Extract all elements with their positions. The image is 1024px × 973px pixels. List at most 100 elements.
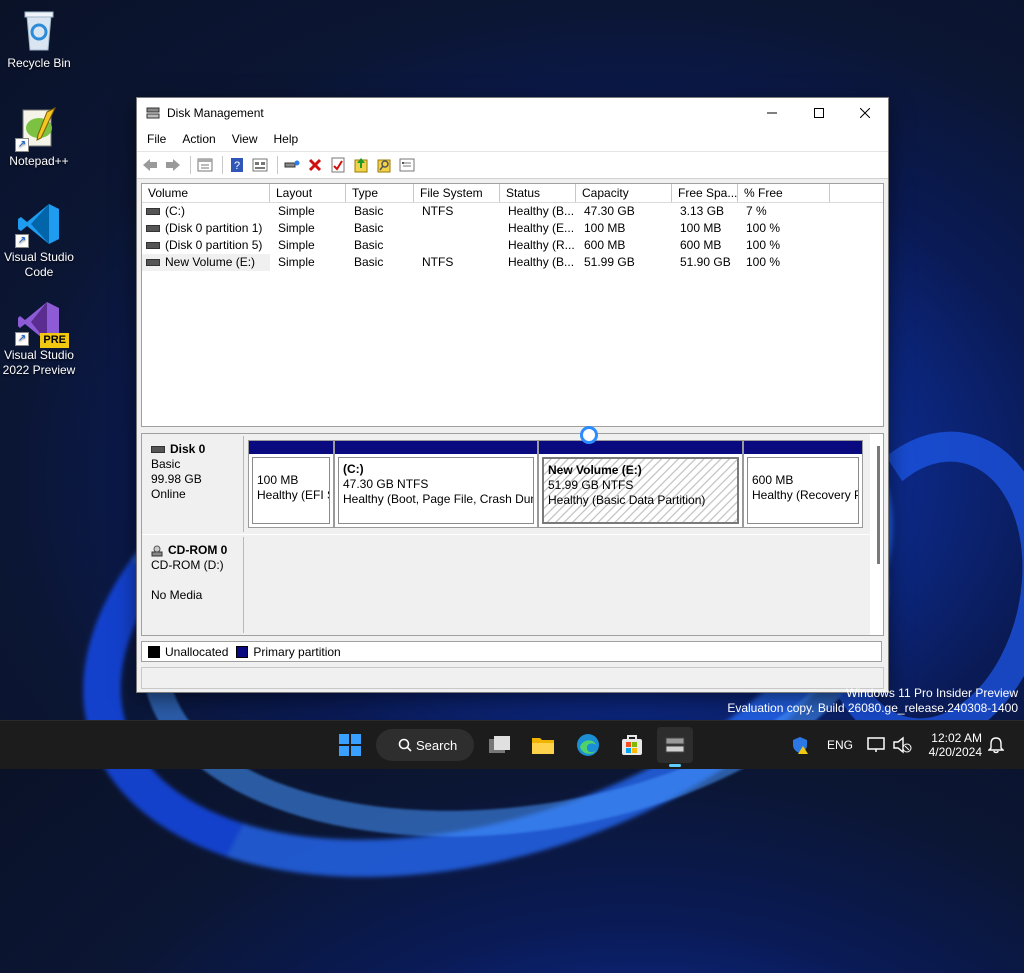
column-header-file-system[interactable]: File System: [414, 184, 500, 202]
volume-name: New Volume (E:): [165, 255, 256, 269]
volume-file-system: NTFS: [422, 255, 454, 269]
primary-partition-bar: [335, 441, 537, 454]
maximize-button[interactable]: [796, 98, 842, 127]
partition-status: Healthy (Recovery P: [752, 488, 859, 502]
clock-time: 12:02 AM: [931, 731, 982, 745]
graphical-view-scrollbar[interactable]: [877, 446, 880, 564]
column-header-layout[interactable]: Layout: [270, 184, 346, 202]
minimize-icon: [767, 112, 777, 113]
desktop-icon-notepadpp[interactable]: ↗ Notepad++: [0, 106, 78, 169]
volume-status: Healthy (B...: [508, 255, 575, 269]
settings-button[interactable]: [397, 155, 417, 175]
edge-icon: [577, 734, 599, 756]
disk-size: 99.98 GB: [151, 472, 202, 486]
desktop-icon-vscode[interactable]: ↗ Visual Studio Code: [0, 202, 78, 280]
network-tray-icon[interactable]: [866, 721, 886, 769]
clock[interactable]: 12:02 AM 4/20/2024: [924, 721, 982, 769]
security-tray-icon[interactable]: [790, 721, 810, 769]
back-button[interactable]: [140, 155, 160, 175]
language-indicator[interactable]: ENG: [827, 721, 853, 769]
volume-file-system: [414, 237, 500, 254]
volume-row[interactable]: (Disk 0 partition 1) Simple Basic Health…: [142, 220, 883, 237]
windows-logo-icon: [339, 734, 361, 756]
volume-free-space: 100 MB: [680, 221, 722, 235]
volume-list[interactable]: Volume Layout Type File System Status Ca…: [141, 183, 884, 427]
back-icon: [143, 159, 157, 171]
menu-help[interactable]: Help: [266, 132, 307, 146]
preview-badge: PRE: [40, 333, 69, 348]
menu-file[interactable]: File: [139, 132, 174, 146]
list-view-button[interactable]: [250, 155, 270, 175]
check-button[interactable]: [328, 155, 348, 175]
close-button[interactable]: [842, 98, 888, 127]
file-explorer-button[interactable]: [525, 727, 561, 763]
partition-title: New Volume (E:): [548, 463, 642, 477]
partition-efi[interactable]: 100 MB Healthy (EFI S: [248, 440, 334, 528]
menu-action[interactable]: Action: [174, 132, 223, 146]
delete-button[interactable]: [305, 155, 325, 175]
task-view-button[interactable]: [482, 727, 518, 763]
bell-icon: [988, 737, 1004, 754]
column-header-volume[interactable]: Volume: [142, 184, 270, 202]
volume-row[interactable]: New Volume (E:) Simple Basic NTFS Health…: [142, 254, 883, 271]
volume-name: (Disk 0 partition 5): [165, 238, 263, 252]
cdrom-0-info[interactable]: CD-ROM 0 CD-ROM (D:) No Media: [144, 537, 244, 633]
minimize-button[interactable]: [749, 98, 795, 127]
volume-row[interactable]: (C:) Simple Basic NTFS Healthy (B... 47.…: [142, 203, 883, 220]
shortcut-arrow-icon: ↗: [15, 138, 29, 152]
volume-percent-free: 100 %: [746, 255, 781, 269]
shortcut-arrow-icon: ↗: [15, 234, 29, 248]
partition-size: 51.99 GB NTFS: [548, 478, 634, 492]
title-bar[interactable]: Disk Management: [137, 98, 888, 127]
notifications-button[interactable]: [988, 721, 1004, 769]
partition-recovery[interactable]: 600 MB Healthy (Recovery P: [743, 440, 863, 528]
import-button[interactable]: [351, 155, 371, 175]
search-icon: [398, 738, 412, 752]
legend-primary: Primary partition: [253, 644, 341, 659]
search-button[interactable]: [374, 155, 394, 175]
volume-list-header: Volume Layout Type File System Status Ca…: [142, 184, 883, 203]
volume-status: Healthy (E...: [508, 221, 575, 235]
disk-management-taskbar-button[interactable]: [657, 727, 693, 767]
help-button[interactable]: ?: [227, 155, 247, 175]
settings-icon: [399, 158, 415, 172]
partition-e[interactable]: New Volume (E:) 51.99 GB NTFS Healthy (B…: [538, 440, 743, 528]
disk-0-info[interactable]: Disk 0 Basic 99.98 GB Online: [144, 436, 244, 532]
volume-type: Basic: [354, 221, 384, 235]
volume-percent-free: 7 %: [746, 204, 767, 218]
cdrom-0-row[interactable]: CD-ROM 0 CD-ROM (D:) No Media: [142, 535, 870, 635]
desktop-icon-recycle-bin[interactable]: Recycle Bin: [0, 8, 78, 71]
column-header-capacity[interactable]: Capacity: [576, 184, 672, 202]
store-button[interactable]: [614, 727, 650, 763]
volume-icon: [146, 242, 160, 250]
desktop-icon-label: Notepad++: [9, 154, 69, 168]
column-header-free-space[interactable]: Free Spa...: [672, 184, 738, 202]
column-header-percent-free[interactable]: % Free: [738, 184, 830, 202]
disk-0-row[interactable]: Disk 0 Basic 99.98 GB Online 100 MB Heal…: [142, 434, 870, 534]
taskbar-search[interactable]: Search: [376, 729, 474, 761]
edge-button[interactable]: [570, 727, 606, 763]
watermark-line2: Evaluation copy. Build 26080.ge_release.…: [727, 701, 1018, 715]
volume-free-space: 600 MB: [680, 238, 722, 252]
volume-row[interactable]: (Disk 0 partition 5) Simple Basic Health…: [142, 237, 883, 254]
close-icon: [860, 107, 870, 118]
recycle-bin-icon: [17, 8, 61, 52]
start-button[interactable]: [332, 727, 368, 763]
disk-management-window: Disk Management File Action View Help ?: [136, 97, 889, 693]
menu-view[interactable]: View: [224, 132, 266, 146]
volume-percent-free: 100 %: [746, 221, 781, 235]
volume-tray-icon[interactable]: [892, 721, 912, 769]
properties-button[interactable]: [195, 155, 215, 175]
partition-c[interactable]: (C:) 47.30 GB NTFS Healthy (Boot, Page F…: [334, 440, 538, 528]
column-header-type[interactable]: Type: [346, 184, 414, 202]
disk-graphical-view[interactable]: Disk 0 Basic 99.98 GB Online 100 MB Heal…: [141, 433, 884, 636]
connect-button[interactable]: [282, 155, 302, 175]
delete-icon: [308, 158, 322, 172]
toolbar-separator: [222, 156, 223, 174]
properties-icon: [197, 158, 213, 172]
toolbar-separator: [277, 156, 278, 174]
desktop-icon-visual-studio-preview[interactable]: PRE ↗ Visual Studio 2022 Preview: [0, 300, 78, 378]
column-header-status[interactable]: Status: [500, 184, 576, 202]
help-icon: ?: [231, 158, 243, 172]
forward-button[interactable]: [163, 155, 183, 175]
